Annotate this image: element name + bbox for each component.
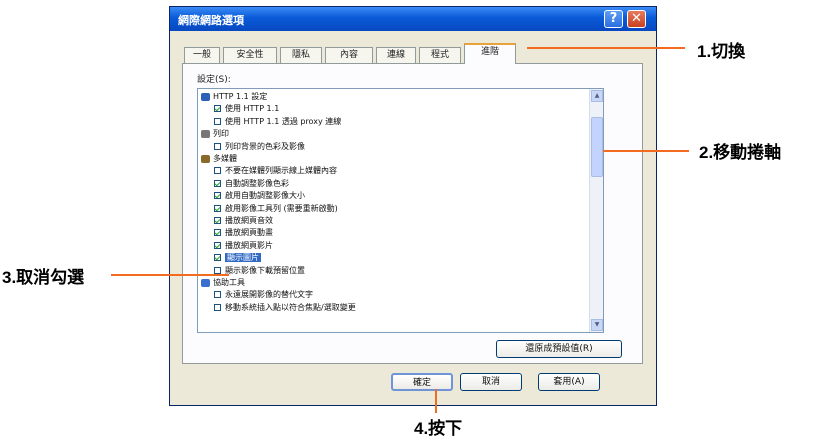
- checkbox[interactable]: [214, 217, 221, 224]
- setting-label: 使用 HTTP 1.1 透過 proxy 連線: [225, 116, 342, 126]
- checkbox[interactable]: [214, 241, 221, 249]
- checkbox[interactable]: [214, 105, 221, 113]
- setting-label: 啟用影像工具列 (需要重新啟動): [225, 203, 338, 213]
- settings-option[interactable]: 啟用自動調整影像大小: [214, 191, 305, 201]
- settings-group: 列印: [201, 129, 229, 139]
- callout-step-3: 3.取消勾選: [2, 268, 85, 287]
- checkbox[interactable]: [214, 229, 221, 237]
- cancel-button[interactable]: 取消: [460, 373, 522, 391]
- setting-label: 啟用自動調整影像大小: [225, 191, 305, 201]
- settings-option[interactable]: 播放網頁音效: [214, 216, 273, 226]
- checkbox[interactable]: [214, 254, 221, 262]
- printer-icon: [201, 129, 210, 138]
- restore-defaults-button[interactable]: 還原成預設值(R): [496, 340, 622, 358]
- setting-label: 協助工具: [213, 278, 245, 287]
- setting-label: 顯示圖片: [225, 253, 261, 263]
- callout-step-1: 1.切換: [697, 42, 746, 61]
- checkbox[interactable]: [214, 192, 221, 200]
- setting-label: 移動系統插入點以符合焦點/選取變更: [225, 302, 356, 312]
- settings-list[interactable]: ▲ ▼ HTTP 1.1 設定使用 HTTP 1.1 使用 HTTP 1.1 透過…: [197, 88, 604, 333]
- settings-option[interactable]: 顯示圖片: [214, 253, 261, 263]
- tab-4[interactable]: 連線: [376, 47, 416, 63]
- callout-line-2: [603, 150, 689, 152]
- settings-group: HTTP 1.1 設定: [201, 92, 267, 102]
- setting-label: 自動調整影像色彩: [225, 178, 289, 188]
- checkbox[interactable]: [214, 266, 221, 274]
- tab-2[interactable]: 隱私: [280, 47, 322, 63]
- close-button[interactable]: ✕: [627, 10, 646, 28]
- callout-line-3: [111, 274, 229, 276]
- settings-label: 設定(S):: [197, 75, 231, 85]
- settings-option[interactable]: 不要在媒體列顯示線上媒體內容: [214, 166, 337, 176]
- setting-label: 不要在媒體列顯示線上媒體內容: [225, 166, 337, 176]
- setting-label: 使用 HTTP 1.1: [225, 104, 280, 114]
- checkbox[interactable]: [214, 291, 221, 299]
- settings-group: 多媒體: [201, 154, 237, 164]
- accessibility-icon: [201, 278, 210, 287]
- tab-strip: 一般 安全性 隱私 內容 連線 程式 進階: [182, 43, 652, 64]
- internet-options-dialog: 網際網路選項 ? ✕ 一般 安全性 隱私 內容 連線 程式 進階 設定(S): ▲ ▼ HT…: [169, 6, 657, 406]
- tab-5[interactable]: 程式: [419, 47, 461, 63]
- settings-option[interactable]: 使用 HTTP 1.1 透過 proxy 連線: [214, 117, 341, 127]
- dialog-title: 網際網路選項: [178, 14, 244, 27]
- settings-option[interactable]: 自動調整影像色彩: [214, 179, 289, 189]
- settings-option[interactable]: 移動系統插入點以符合焦點/選取變更: [214, 303, 356, 313]
- setting-label: 播放網頁音效: [225, 216, 273, 225]
- checkbox[interactable]: [214, 303, 221, 311]
- settings-option[interactable]: 播放網頁影片: [214, 241, 273, 251]
- scroll-up-icon[interactable]: ▲: [591, 90, 603, 102]
- settings-option[interactable]: 列印背景的色彩及影像: [214, 142, 305, 152]
- setting-label: 多媒體: [213, 154, 237, 163]
- callout-line-4: [435, 389, 437, 413]
- setting-label: 列印: [213, 129, 229, 139]
- settings-option[interactable]: 播放網頁動畫: [214, 228, 273, 238]
- setting-label: 列印背景的色彩及影像: [225, 141, 305, 151]
- checkbox[interactable]: [214, 204, 221, 212]
- multimedia-icon: [201, 154, 210, 163]
- settings-option[interactable]: 啟用影像工具列 (需要重新啟動): [214, 204, 338, 214]
- checkbox[interactable]: [214, 142, 221, 150]
- globe-icon: [201, 92, 210, 101]
- checkbox[interactable]: [214, 179, 221, 187]
- settings-group: 協助工具: [201, 278, 245, 288]
- settings-option[interactable]: 永遠展開影像的替代文字: [214, 290, 313, 300]
- setting-label: 播放網頁動畫: [225, 228, 273, 238]
- title-bar[interactable]: 網際網路選項 ? ✕: [170, 7, 656, 31]
- callout-step-2: 2.移動捲軸: [699, 143, 782, 162]
- tab-1[interactable]: 安全性: [223, 47, 277, 63]
- tab-3[interactable]: 內容: [325, 47, 373, 63]
- scroll-thumb[interactable]: [591, 117, 603, 177]
- advanced-tab-panel: 設定(S): ▲ ▼ HTTP 1.1 設定使用 HTTP 1.1 使用 HTTP…: [182, 63, 643, 364]
- setting-label: 顯示影像下載預留位置: [225, 265, 305, 275]
- settings-scrollbar[interactable]: ▲ ▼: [589, 89, 603, 332]
- callout-line-1: [527, 47, 685, 49]
- help-button[interactable]: ?: [604, 10, 623, 28]
- apply-button[interactable]: 套用(A): [538, 373, 600, 391]
- tab-6[interactable]: 進階: [464, 43, 516, 64]
- tab-0[interactable]: 一般: [184, 47, 220, 63]
- setting-label: 播放網頁影片: [225, 240, 273, 250]
- checkbox[interactable]: [214, 167, 221, 175]
- callout-step-4: 4.按下: [414, 419, 463, 438]
- ok-button[interactable]: 確定: [391, 373, 453, 391]
- settings-option[interactable]: 使用 HTTP 1.1: [214, 104, 279, 114]
- setting-label: HTTP 1.1 設定: [213, 92, 268, 101]
- scroll-down-icon[interactable]: ▼: [591, 319, 603, 331]
- setting-label: 永遠展開影像的替代文字: [225, 290, 313, 300]
- checkbox[interactable]: [214, 117, 221, 125]
